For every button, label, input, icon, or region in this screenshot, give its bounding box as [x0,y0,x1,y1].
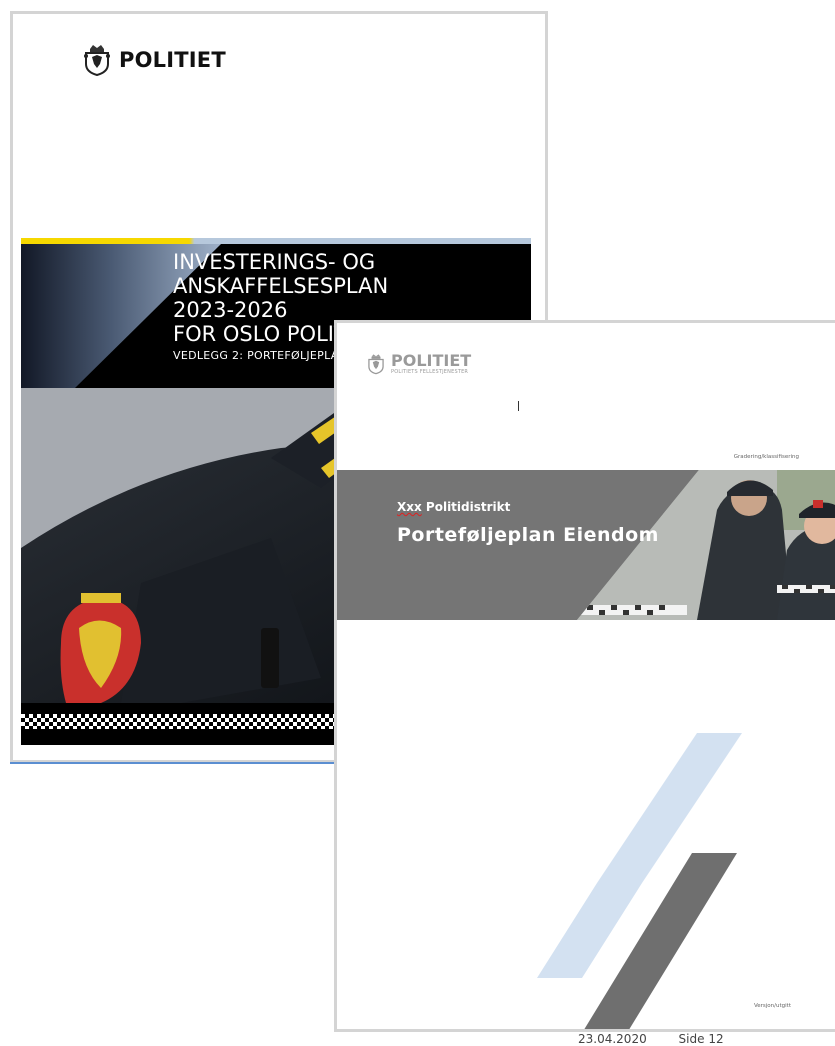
title-line-3: 2023-2026 [173,298,288,322]
politiet-logo-small: POLITIET POLITIETS FELLESTJENESTER [367,353,471,375]
version-label: Versjon/utgitt [753,1003,791,1009]
district-label: Xxx Politidistrikt [397,500,510,514]
logo-subtitle: POLITIETS FELLESTJENESTER [391,369,469,375]
district-placeholder: Xxx [397,500,422,514]
decorative-stripes [537,733,742,1029]
cover-title: Porteføljeplan Eiendom [397,524,659,546]
police-crest-icon [368,354,384,375]
cover-banner: Xxx Politidistrikt Porteføljeplan Eiendo… [337,470,835,620]
page-footer: 23.04.2020 Side 12 [578,1032,752,1046]
district-suffix: Politidistrikt [421,500,511,514]
police-crest-icon [84,45,110,76]
selection-underline [10,762,340,764]
footer-date: 23.04.2020 [578,1032,647,1046]
text-cursor [518,401,519,411]
document-cover-portfolio-plan: POLITIET POLITIETS FELLESTJENESTER Grade… [334,320,835,1032]
accent-line [21,238,531,244]
footer-page: Side 12 [678,1032,724,1046]
politiet-logo: POLITIET [83,44,226,76]
logo-wordmark: POLITIET [391,351,472,370]
title-line-1: INVESTERINGS- OG [173,250,376,274]
title-line-2: ANSKAFFELSESPLAN [173,274,389,298]
logo-wordmark: POLITIET [119,48,226,72]
classification-label: Gradering/klassifisering [733,454,799,460]
